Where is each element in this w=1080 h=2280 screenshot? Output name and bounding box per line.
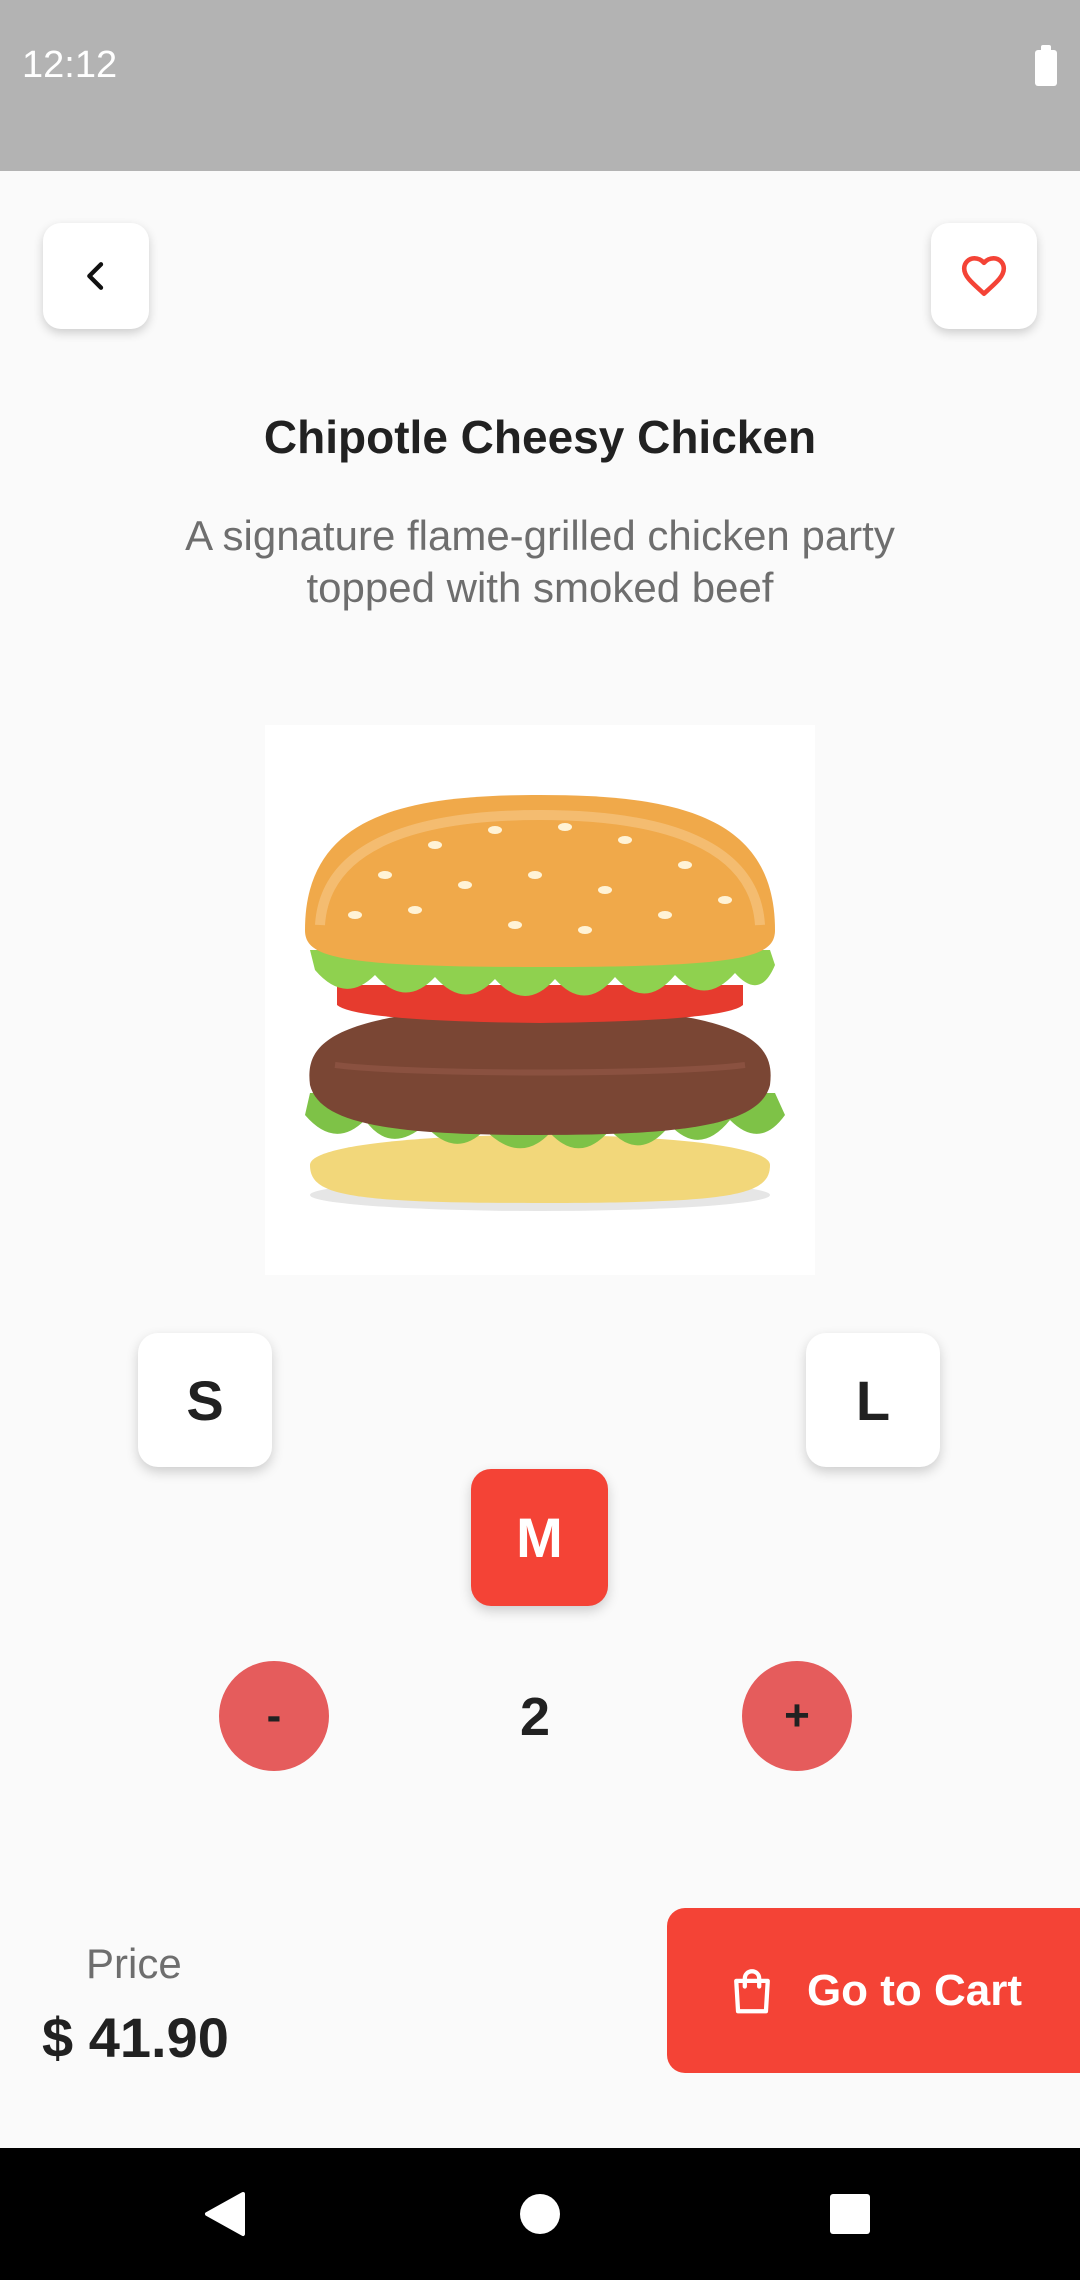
heart-outline-icon: [961, 256, 1007, 296]
status-time: 12:12: [22, 44, 118, 86]
size-medium-button[interactable]: M: [471, 1469, 608, 1606]
square-recents-icon: [830, 2194, 870, 2234]
system-navigation-bar: [0, 2148, 1080, 2280]
nav-back-button[interactable]: [180, 2148, 270, 2280]
triangle-back-icon: [205, 2192, 245, 2236]
decrease-quantity-button[interactable]: -: [219, 1661, 329, 1771]
nav-home-button[interactable]: [495, 2148, 585, 2280]
burger-image: [265, 725, 815, 1275]
back-button[interactable]: [43, 223, 149, 329]
size-large-button[interactable]: L: [806, 1333, 940, 1467]
status-bar: 12:12: [0, 0, 1080, 171]
price-value: $ 41.90: [42, 2006, 229, 2069]
battery-icon: [1035, 45, 1057, 86]
product-title: Chipotle Cheesy Chicken: [263, 411, 817, 463]
product-description: A signature flame-grilled chicken party …: [185, 512, 895, 611]
price-label: Price: [86, 1940, 182, 1987]
circle-home-icon: [520, 2194, 560, 2234]
chevron-left-icon: [87, 262, 104, 290]
size-small-button[interactable]: S: [138, 1333, 272, 1467]
favorite-button[interactable]: [931, 223, 1037, 329]
nav-recents-button[interactable]: [805, 2148, 895, 2280]
increase-quantity-button[interactable]: +: [742, 1661, 852, 1771]
go-to-cart-label: Go to Cart: [806, 1965, 1023, 2015]
go-to-cart-button[interactable]: Go to Cart: [667, 1908, 1080, 2073]
shopping-bag-icon: [734, 1968, 770, 2013]
quantity-value: 2: [519, 1687, 551, 1747]
